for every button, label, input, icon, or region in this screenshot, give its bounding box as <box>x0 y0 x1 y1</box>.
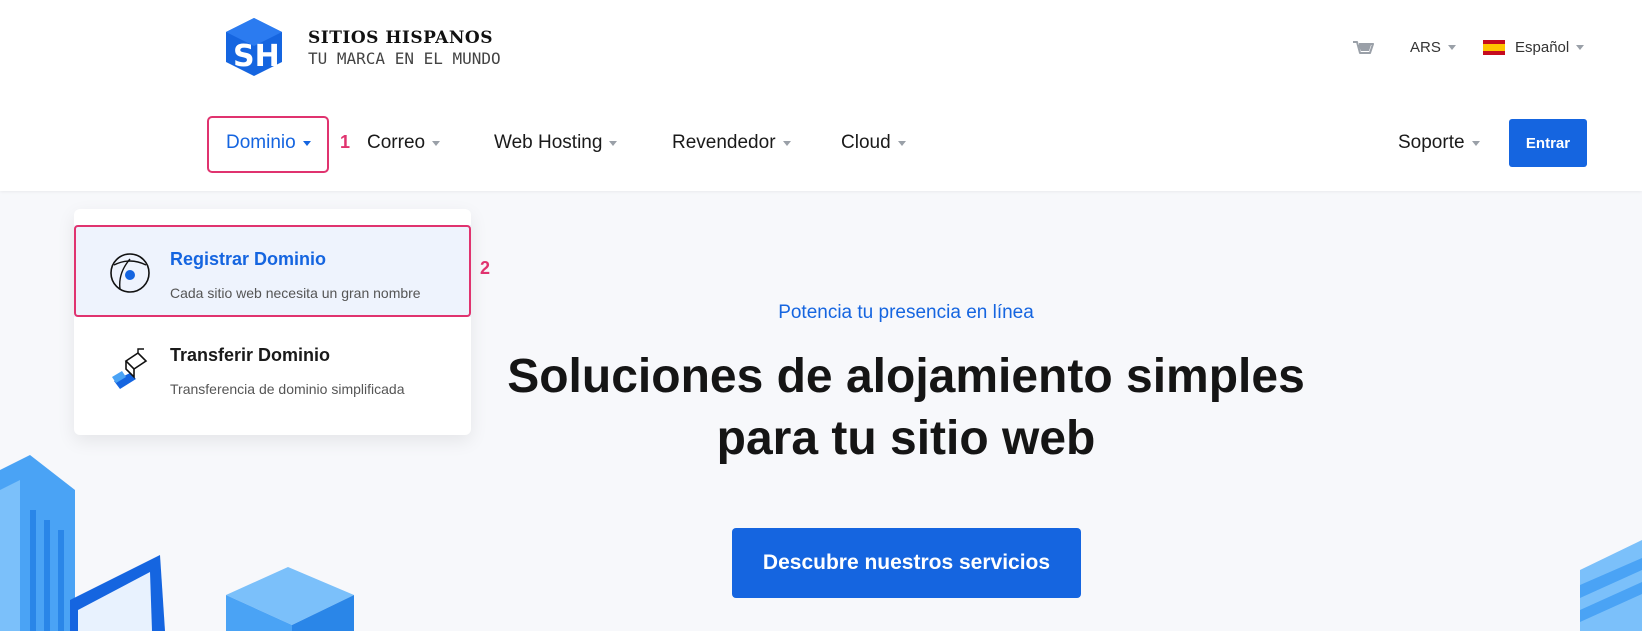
discover-services-button[interactable]: Descubre nuestros servicios <box>732 528 1081 598</box>
cart-icon[interactable] <box>1352 38 1374 56</box>
chevron-down-icon <box>1447 45 1456 50</box>
server-illustration-right <box>1580 540 1642 631</box>
nav-item-label: Correo <box>367 132 426 153</box>
nav-item-revendedor[interactable]: Revendedor <box>672 114 791 172</box>
nav-item-cloud[interactable]: Cloud <box>841 114 906 172</box>
chevron-down-icon <box>782 140 791 146</box>
highlight-box-registrar <box>74 225 471 317</box>
server-box-illustration <box>226 567 354 631</box>
chevron-down-icon <box>432 140 441 146</box>
chevron-down-icon <box>1471 140 1480 146</box>
highlight-box-dominio <box>207 116 329 173</box>
nav-item-soporte[interactable]: Soporte <box>1398 114 1480 172</box>
language-selector[interactable]: Español <box>1483 39 1585 56</box>
server-illustration-left <box>0 455 165 631</box>
login-button[interactable]: Entrar <box>1509 119 1587 167</box>
nav-item-web-hosting[interactable]: Web Hosting <box>494 114 618 172</box>
spain-flag-icon <box>1483 40 1505 55</box>
dropdown-item-description: Transferencia de dominio simplificada <box>170 381 405 397</box>
site-header: SH SITIOS HISPANOS TU MARCA EN EL MUNDO … <box>0 0 1642 191</box>
sh-cube-logo-icon: SH <box>226 18 282 76</box>
step-number-1: 1 <box>340 132 351 152</box>
chevron-down-icon <box>609 140 618 146</box>
brand-title: SITIOS HISPANOS <box>308 28 493 48</box>
nav-item-label: Revendedor <box>672 132 776 153</box>
currency-selector[interactable]: ARS <box>1410 39 1456 56</box>
transfer-icon <box>112 348 148 389</box>
language-label: Español <box>1515 39 1570 56</box>
chevron-down-icon <box>897 140 906 146</box>
nav-item-label: Cloud <box>841 132 891 153</box>
step-number-2: 2 <box>480 258 491 278</box>
svg-text:SH: SH <box>233 39 280 74</box>
chevron-down-icon <box>1576 45 1585 50</box>
dropdown-item-title: Transferir Dominio <box>170 345 331 365</box>
currency-label: ARS <box>1410 39 1441 56</box>
nav-item-label: Web Hosting <box>494 132 603 153</box>
brand-logo[interactable]: SH SITIOS HISPANOS TU MARCA EN EL MUNDO <box>224 16 524 80</box>
nav-item-label: Soporte <box>1398 132 1465 153</box>
nav-item-correo[interactable]: Correo <box>367 114 441 172</box>
dominio-dropdown-menu: Registrar Dominio Cada sitio web necesit… <box>74 209 471 435</box>
brand-subtitle: TU MARCA EN EL MUNDO <box>308 49 501 68</box>
dropdown-item-transferir-dominio[interactable]: Transferir Dominio Transferencia de domi… <box>74 321 471 413</box>
